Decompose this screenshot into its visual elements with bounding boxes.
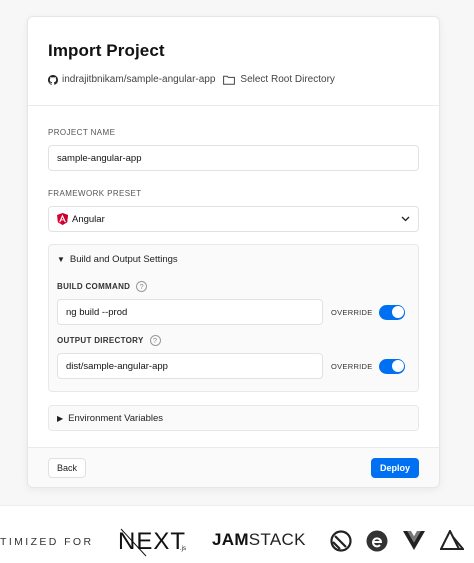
build-settings-title: Build and Output Settings — [69, 254, 178, 265]
gatsby-icon — [330, 530, 352, 552]
folder-icon — [223, 75, 236, 85]
build-command-input[interactable]: ng build --prod — [57, 299, 323, 325]
framework-value: Angular — [72, 213, 105, 225]
project-name-input[interactable]: sample-angular-app — [48, 145, 419, 171]
environment-variables-title: Environment Variables — [68, 412, 164, 424]
github-icon — [48, 74, 58, 85]
repo-name[interactable]: indrajitbnikam/sample-angular-app — [62, 74, 215, 85]
environment-variables-toggle[interactable]: ▶ Environment Variables — [48, 405, 419, 431]
framework-preset-select[interactable]: Angular — [48, 206, 419, 232]
build-output-settings-panel: ▼ Build and Output Settings BUILD COMMAN… — [48, 244, 419, 392]
nextjs-logo: NEXT .js — [118, 528, 186, 557]
triangle-down-icon: ▼ — [57, 255, 65, 264]
card-footer: Back Deploy — [28, 447, 439, 487]
output-directory-row: dist/sample-angular-app OVERRIDE — [57, 353, 410, 379]
help-icon[interactable]: ? — [149, 335, 161, 346]
eleventy-icon — [366, 530, 388, 552]
select-root-directory-link[interactable]: Select Root Directory — [240, 74, 334, 85]
build-command-override-toggle[interactable] — [379, 304, 405, 320]
import-project-card: Import Project indrajitbnikam/sample-ang… — [27, 16, 440, 488]
optimized-for-text: TIMIZED FOR — [0, 536, 94, 548]
optimized-for-strip: TIMIZED FOR NEXT .js JAMSTACK — [0, 505, 474, 563]
build-command-label: BUILD COMMAND ? — [57, 281, 410, 292]
build-command-override-label: OVERRIDE — [331, 307, 373, 317]
output-directory-override-toggle[interactable] — [379, 358, 405, 374]
jamstack-rest: STACK — [248, 530, 306, 549]
build-command-row: ng build --prod OVERRIDE — [57, 299, 410, 325]
build-command-value: ng build --prod — [66, 306, 128, 318]
nuxt-icon — [440, 530, 464, 550]
project-name-value: sample-angular-app — [57, 152, 142, 164]
help-icon[interactable]: ? — [136, 281, 148, 292]
deploy-button[interactable]: Deploy — [370, 457, 419, 478]
next-logo-sub: .js — [180, 546, 186, 552]
build-settings-toggle[interactable]: ▼ Build and Output Settings — [57, 254, 410, 265]
vue-icon — [403, 531, 425, 550]
jamstack-bold: JAM — [212, 530, 249, 549]
form-body: PROJECT NAME sample-angular-app FRAMEWOR… — [28, 106, 439, 431]
output-directory-override-label: OVERRIDE — [331, 361, 373, 371]
output-directory-label-text: OUTPUT DIRECTORY — [57, 336, 144, 345]
output-directory-value: dist/sample-angular-app — [66, 360, 168, 372]
output-directory-input[interactable]: dist/sample-angular-app — [57, 353, 323, 379]
page-title: Import Project — [48, 41, 165, 60]
angular-icon — [57, 213, 68, 225]
repo-meta: indrajitbnikam/sample-angular-app Select… — [48, 74, 439, 85]
jamstack-logo: JAMSTACK — [212, 530, 306, 550]
back-button[interactable]: Back — [48, 457, 87, 478]
build-command-label-text: BUILD COMMAND — [57, 282, 131, 291]
framework-preset-label: FRAMEWORK PRESET — [48, 189, 142, 198]
project-name-label: PROJECT NAME — [48, 128, 116, 137]
triangle-right-icon: ▶ — [57, 413, 64, 423]
chevron-down-icon — [401, 216, 410, 222]
next-logo-text: NEXT — [118, 528, 186, 555]
card-header: Import Project indrajitbnikam/sample-ang… — [28, 17, 439, 106]
output-directory-label: OUTPUT DIRECTORY ? — [57, 335, 410, 346]
